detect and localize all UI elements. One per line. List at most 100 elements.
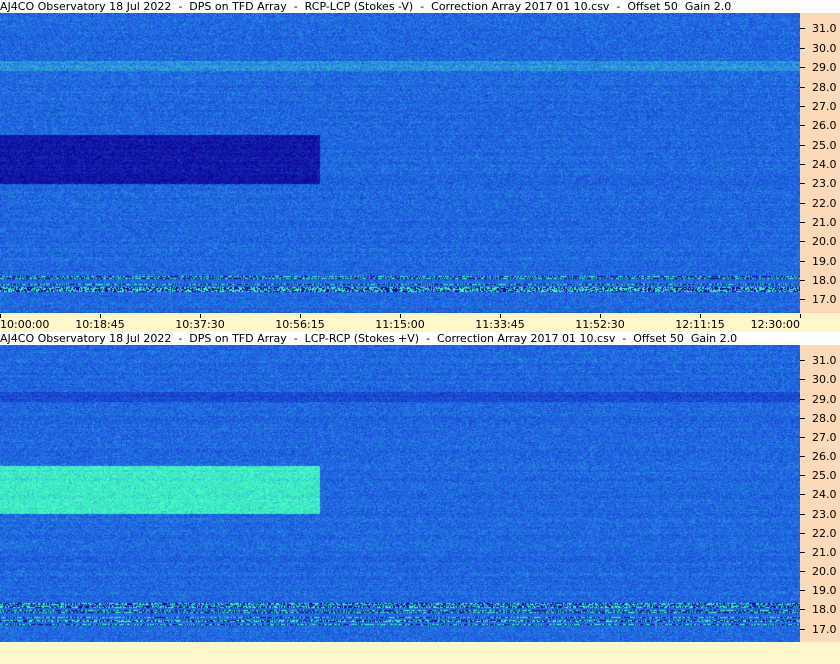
y-tick-label: 17.0 [812, 622, 837, 636]
y-tick-label: 18.0 [812, 603, 837, 617]
y-tick-label: 25.0 [812, 469, 837, 483]
y-tick: 21.0 [800, 216, 840, 229]
x-tick-mark [800, 314, 801, 318]
y-tick-label: 22.0 [812, 526, 837, 540]
y-tick: 19.0 [800, 584, 840, 597]
y-tick-mark [800, 47, 805, 49]
y-tick: 28.0 [800, 81, 840, 94]
x-tick-label: 10:37:30 [175, 318, 225, 331]
y-tick: 21.0 [800, 546, 840, 559]
y-tick-mark [800, 628, 805, 630]
y-tick-mark [800, 241, 805, 243]
y-tick-label: 26.0 [812, 450, 837, 464]
y-tick-label: 27.0 [812, 99, 837, 113]
y-tick: 25.0 [800, 469, 840, 482]
y-tick: 17.0 [800, 293, 840, 306]
y-tick: 19.0 [800, 255, 840, 268]
y-tick: 18.0 [800, 274, 840, 287]
y-tick-mark [800, 28, 805, 30]
y-tick: 28.0 [800, 412, 840, 425]
y-tick: 27.0 [800, 431, 840, 444]
y-tick-label: 29.0 [812, 61, 837, 75]
y-tick-label: 20.0 [812, 565, 837, 579]
y-tick-label: 19.0 [812, 584, 837, 598]
y-tick-mark [800, 144, 805, 146]
y-tick: 25.0 [800, 139, 840, 152]
x-tick-label: 12:30:00 [750, 318, 800, 331]
bottom-axis-band [0, 642, 840, 664]
y-tick-label: 21.0 [812, 216, 837, 230]
y-tick: 30.0 [800, 373, 840, 386]
y-tick-label: 19.0 [812, 254, 837, 268]
x-tick-label: 12:11:15 [675, 318, 725, 331]
y-tick-label: 22.0 [812, 196, 837, 210]
y-tick: 24.0 [800, 158, 840, 171]
top-panel-title: AJ4CO Observatory 18 Jul 2022 - DPS on T… [0, 0, 840, 13]
y-tick-mark [800, 202, 805, 204]
y-tick-mark [800, 67, 805, 69]
y-tick-mark [800, 125, 805, 127]
y-tick-label: 25.0 [812, 138, 837, 152]
y-tick-mark [800, 183, 805, 185]
y-tick-label: 17.0 [812, 293, 837, 307]
x-tick-label: 10:18:45 [75, 318, 125, 331]
y-tick-mark [800, 222, 805, 224]
y-tick-mark [800, 475, 805, 477]
y-tick-mark [800, 551, 805, 553]
y-tick-label: 26.0 [812, 119, 837, 133]
y-tick-label: 18.0 [812, 274, 837, 288]
y-tick: 27.0 [800, 100, 840, 113]
y-tick-mark [800, 456, 805, 458]
y-tick-label: 28.0 [812, 411, 837, 425]
y-tick-mark [800, 86, 805, 88]
y-tick-label: 31.0 [812, 22, 837, 36]
bottom-panel-title: AJ4CO Observatory 18 Jul 2022 - DPS on T… [0, 332, 840, 345]
y-tick-mark [800, 280, 805, 282]
bottom-frequency-axis: 31.0 30.0 29.0 28.0 27.0 26.0 25.0 24.0 23.0 22.0… [800, 345, 840, 642]
x-tick-label: 11:33:45 [475, 318, 525, 331]
top-spectrogram [0, 13, 800, 313]
x-tick-label: 11:52:30 [575, 318, 625, 331]
y-tick-label: 24.0 [812, 157, 837, 171]
y-tick-mark [800, 105, 805, 107]
y-tick: 23.0 [800, 177, 840, 190]
y-tick-mark [800, 417, 805, 419]
y-tick-label: 23.0 [812, 507, 837, 521]
y-tick-label: 21.0 [812, 545, 837, 559]
y-tick: 22.0 [800, 197, 840, 210]
top-frequency-axis: 31.0 30.0 29.0 28.0 27.0 26.0 25.0 24.0 23.0 22.0… [800, 13, 840, 313]
y-tick: 26.0 [800, 450, 840, 463]
y-tick: 20.0 [800, 565, 840, 578]
y-tick: 17.0 [800, 623, 840, 636]
y-tick-mark [800, 398, 805, 400]
y-tick: 30.0 [800, 42, 840, 55]
y-tick: 20.0 [800, 235, 840, 248]
y-tick: 22.0 [800, 527, 840, 540]
y-tick-label: 29.0 [812, 392, 837, 406]
y-tick-label: 30.0 [812, 373, 837, 387]
y-tick-mark [800, 513, 805, 515]
y-tick-label: 27.0 [812, 430, 837, 444]
y-tick-label: 20.0 [812, 235, 837, 249]
y-tick-label: 23.0 [812, 177, 837, 191]
y-tick-mark [800, 360, 805, 362]
y-tick-mark [800, 571, 805, 573]
top-spectrogram-canvas [0, 13, 800, 313]
x-tick-label: 10:00:00 [0, 318, 50, 331]
x-tick-label: 11:15:00 [375, 318, 425, 331]
time-axis: 10:00:00 10:18:45 10:37:30 10:56:15 11:15:00… [0, 313, 840, 332]
bottom-spectrogram-canvas [0, 345, 800, 642]
y-tick-mark [800, 163, 805, 165]
y-tick-mark [800, 609, 805, 611]
x-tick-label: 10:56:15 [275, 318, 325, 331]
y-tick-mark [800, 494, 805, 496]
y-tick-mark [800, 436, 805, 438]
y-tick-mark [800, 532, 805, 534]
y-tick-mark [800, 260, 805, 262]
y-tick-mark [800, 299, 805, 301]
y-tick: 24.0 [800, 488, 840, 501]
y-tick-mark [800, 379, 805, 381]
y-tick: 31.0 [800, 22, 840, 35]
y-tick-label: 24.0 [812, 488, 837, 502]
y-tick-label: 28.0 [812, 80, 837, 94]
